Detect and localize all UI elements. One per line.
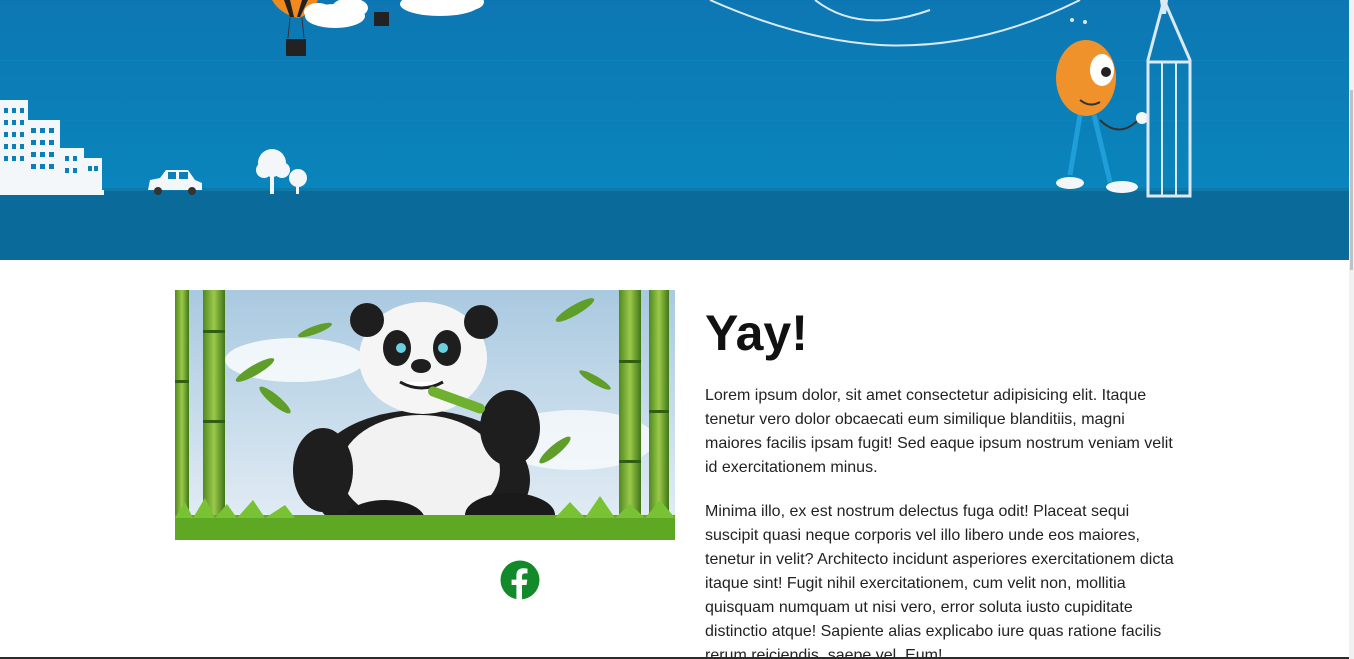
- mascot-character-icon: [1056, 40, 1148, 193]
- trees-icon: [256, 149, 307, 194]
- article-heading: Yay!: [705, 305, 808, 361]
- facebook-link[interactable]: [500, 560, 540, 600]
- cloud-icon: [304, 0, 484, 28]
- article-paragraph-2: Minima illo, ex est nostrum delectus fug…: [705, 503, 1174, 659]
- panda-illustration: [175, 290, 675, 540]
- pencil-icon: [1146, 0, 1192, 198]
- scrollbar-thumb[interactable]: [1350, 90, 1353, 270]
- header-banner: [0, 0, 1349, 260]
- banner-illustration: [0, 0, 1349, 260]
- facebook-icon: [500, 560, 540, 600]
- article: Yay! Lorem ipsum dolor, sit amet consect…: [705, 298, 1185, 659]
- panda-image: [175, 290, 675, 540]
- page: Yay! Lorem ipsum dolor, sit amet consect…: [0, 0, 1354, 659]
- article-paragraph-1: Lorem ipsum dolor, sit amet consectetur …: [705, 387, 1173, 476]
